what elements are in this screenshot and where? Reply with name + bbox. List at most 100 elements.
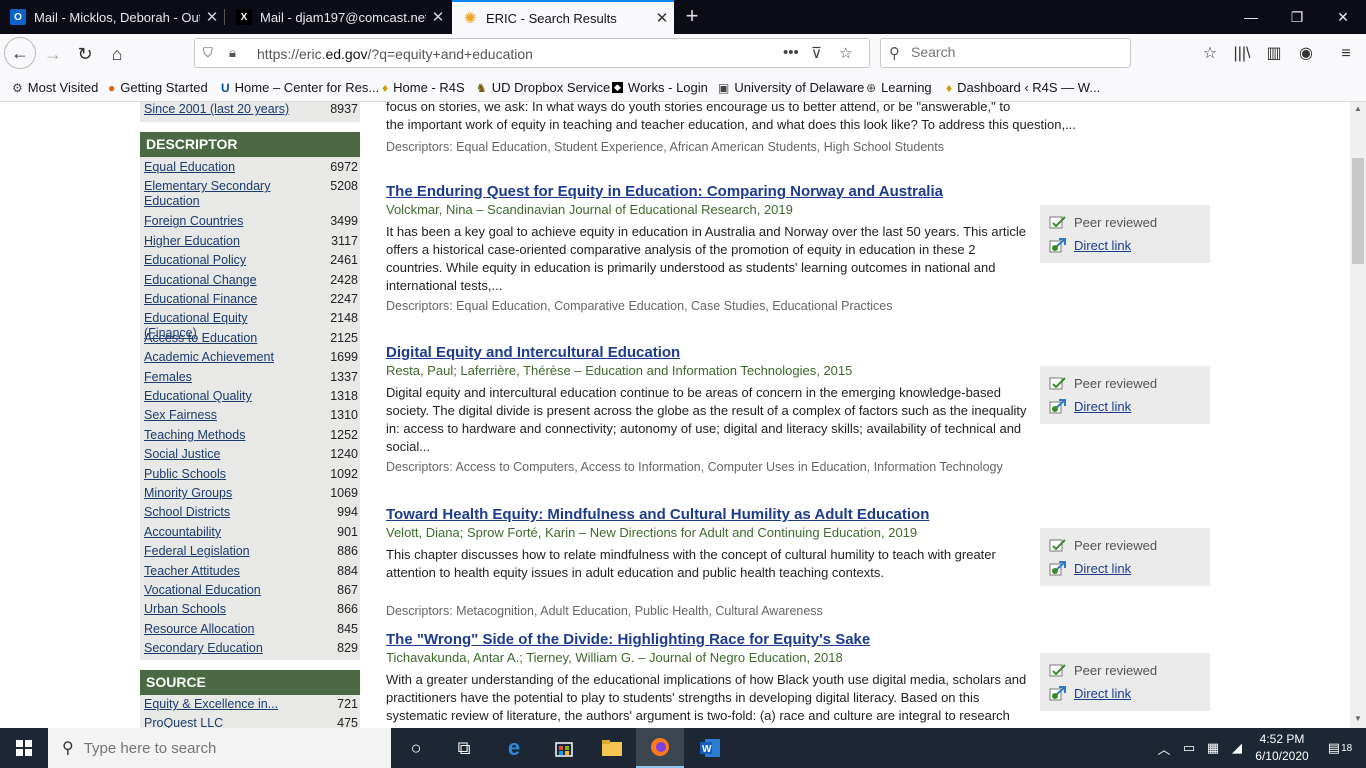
facet-label[interactable]: Equity & Excellence in... — [144, 697, 294, 712]
file-explorer-icon[interactable] — [588, 728, 636, 768]
facet-label[interactable]: Equal Education — [144, 160, 294, 175]
tab-comcast-mail[interactable]: X Mail - djam197@comcast.net - ✕ — [226, 0, 450, 34]
bookmark-most-visited[interactable]: ⚙ Most Visited — [12, 80, 98, 95]
reload-button[interactable]: ↻ — [70, 39, 100, 69]
facet-count: 994 — [337, 505, 358, 520]
facet-label[interactable]: Resource Allocation — [144, 622, 294, 637]
bookmark-center-research[interactable]: U Home – Center for Res... — [221, 80, 379, 95]
task-view-icon[interactable]: ⧉ — [440, 728, 488, 768]
search-input[interactable] — [911, 44, 1111, 60]
restore-button[interactable]: ❐ — [1274, 0, 1320, 34]
facet-label[interactable]: Minority Groups — [144, 486, 294, 501]
facet-count: 1310 — [330, 408, 358, 423]
bookmark-works-login[interactable]: ◆ Works - Login — [612, 80, 708, 95]
facet-label[interactable]: Females — [144, 370, 294, 385]
tab-outlook-mail[interactable]: O Mail - Micklos, Deborah - Outlo ✕ — [0, 0, 224, 34]
bookmark-home-r4s[interactable]: ♦ Home - R4S — [382, 80, 465, 95]
page-actions-icon[interactable]: ••• — [783, 44, 799, 61]
shield-icon[interactable]: ⛉ — [203, 45, 219, 61]
home-button[interactable]: ⌂ — [102, 39, 132, 69]
word-icon[interactable]: W — [686, 728, 734, 768]
search-box[interactable]: ⚲ — [880, 38, 1131, 68]
chevron-up-icon[interactable]: ︿ — [1154, 728, 1174, 768]
library-icon[interactable]: |||\ — [1230, 42, 1254, 66]
scrollbar-thumb[interactable] — [1352, 158, 1364, 264]
notification-center[interactable]: ▤ 18 — [1320, 728, 1360, 768]
url-text[interactable]: https://eric.ed.gov/?q=equity+and+educat… — [257, 46, 533, 62]
store-icon[interactable] — [540, 728, 588, 768]
action-icon[interactable]: ▦ — [1202, 728, 1224, 768]
facet-label[interactable]: School Districts — [144, 505, 294, 520]
firefox-taskbar-icon[interactable] — [636, 728, 684, 768]
facet-label[interactable]: Higher Education — [144, 234, 294, 249]
sidebar-icon[interactable]: ▥ — [1262, 42, 1286, 66]
direct-link-label[interactable]: Direct link — [1074, 238, 1131, 253]
address-bar[interactable]: ⛉ 🔒︎ https://eric.ed.gov/?q=equity+and+e… — [194, 38, 870, 68]
facet-label[interactable]: Accountability — [144, 525, 294, 540]
bookmark-dashboard-r4s[interactable]: ♦ Dashboard ‹ R4S — W... — [946, 80, 1100, 95]
facet-label[interactable]: Federal Legislation — [144, 544, 294, 559]
bookmark-ud-dropbox[interactable]: ♞ UD Dropbox Service — [476, 80, 610, 95]
direct-link[interactable]: Direct link — [1049, 238, 1131, 253]
battery-icon[interactable]: ▭ — [1178, 728, 1200, 768]
facet-label[interactable]: Access to Education — [144, 331, 294, 346]
back-button[interactable]: ← — [4, 37, 36, 69]
page-content: Since 2001 (last 20 years) 8937 DESCRIPT… — [0, 102, 1350, 728]
new-tab-button[interactable]: + — [680, 4, 704, 30]
bookmark-learning[interactable]: ⊕ Learning — [866, 80, 932, 95]
vertical-scrollbar[interactable]: ▲ ▼ — [1350, 102, 1366, 728]
minimize-button[interactable]: — — [1228, 0, 1274, 34]
windows-start-icon[interactable] — [0, 728, 48, 768]
result-title-link[interactable]: The "Wrong" Side of the Divide: Highligh… — [386, 631, 870, 648]
direct-link[interactable]: Direct link — [1049, 561, 1131, 576]
facet-label[interactable]: Educational Quality — [144, 389, 294, 404]
facet-label[interactable]: Public Schools — [144, 467, 294, 482]
bookmark-getting-started[interactable]: ● Getting Started — [108, 80, 208, 95]
facet-label[interactable]: ProQuest LLC — [144, 716, 294, 728]
facet-label[interactable]: Educational Finance — [144, 292, 294, 307]
facet-label[interactable]: Educational Policy — [144, 253, 294, 268]
wifi-icon[interactable]: ◢ — [1226, 728, 1248, 768]
menu-icon[interactable]: ≡ — [1334, 42, 1358, 66]
facet-label[interactable]: Academic Achievement — [144, 350, 294, 365]
taskbar-search-input[interactable] — [83, 739, 364, 757]
facet-label[interactable]: Secondary Education — [144, 641, 294, 656]
facet-label[interactable]: Since 2001 (last 20 years) — [144, 102, 294, 117]
facet-label[interactable]: Teacher Attitudes — [144, 564, 294, 579]
result-title-link[interactable]: Digital Equity and Intercultural Educati… — [386, 344, 680, 361]
facet-label[interactable]: Sex Fairness — [144, 408, 294, 423]
facet-label[interactable]: Urban Schools — [144, 602, 294, 617]
bookmark-university-delaware[interactable]: ▣ University of Delaware — [718, 80, 864, 95]
close-icon[interactable]: ✕ — [200, 8, 224, 26]
star-list-icon[interactable]: ☆ — [1198, 42, 1222, 66]
lock-icon[interactable]: 🔒︎ — [229, 45, 245, 61]
facet-label[interactable]: Educational Change — [144, 273, 294, 288]
direct-link[interactable]: Direct link — [1049, 399, 1131, 414]
direct-link-label[interactable]: Direct link — [1074, 561, 1131, 576]
direct-link-label[interactable]: Direct link — [1074, 399, 1131, 414]
taskbar-search[interactable]: ⚲ — [48, 728, 391, 768]
scroll-up-arrow[interactable]: ▲ — [1350, 104, 1366, 113]
facet-label[interactable]: Elementary Secondary Education — [144, 179, 294, 209]
facet-label[interactable]: Vocational Education — [144, 583, 294, 598]
close-icon[interactable]: ✕ — [426, 8, 450, 26]
close-icon[interactable]: ✕ — [650, 9, 674, 27]
cortana-icon[interactable]: ○ — [392, 728, 440, 768]
facet-label[interactable]: Foreign Countries — [144, 214, 294, 229]
close-window-button[interactable]: ✕ — [1320, 0, 1366, 34]
peer-reviewed-badge: Peer reviewed — [1049, 663, 1157, 678]
taskbar-clock[interactable]: 4:52 PM 6/10/2020 — [1250, 731, 1314, 765]
result-title-link[interactable]: The Enduring Quest for Equity in Educati… — [386, 183, 943, 200]
result-title-link[interactable]: Toward Health Equity: Mindfulness and Cu… — [386, 506, 929, 523]
bookmark-star-icon[interactable]: ☆ — [839, 44, 852, 62]
direct-link[interactable]: Direct link — [1049, 686, 1131, 701]
tab-eric-search[interactable]: ✺ ERIC - Search Results ✕ — [452, 0, 674, 34]
facet-label[interactable]: Social Justice — [144, 447, 294, 462]
edge-icon[interactable]: e — [490, 728, 538, 768]
direct-link-label[interactable]: Direct link — [1074, 686, 1131, 701]
facet-label[interactable]: Teaching Methods — [144, 428, 294, 443]
account-icon[interactable]: ◉ — [1294, 42, 1318, 66]
pocket-icon[interactable]: ⊽ — [811, 44, 822, 62]
forward-button[interactable]: → — [38, 39, 68, 69]
scroll-down-arrow[interactable]: ▼ — [1350, 714, 1366, 723]
